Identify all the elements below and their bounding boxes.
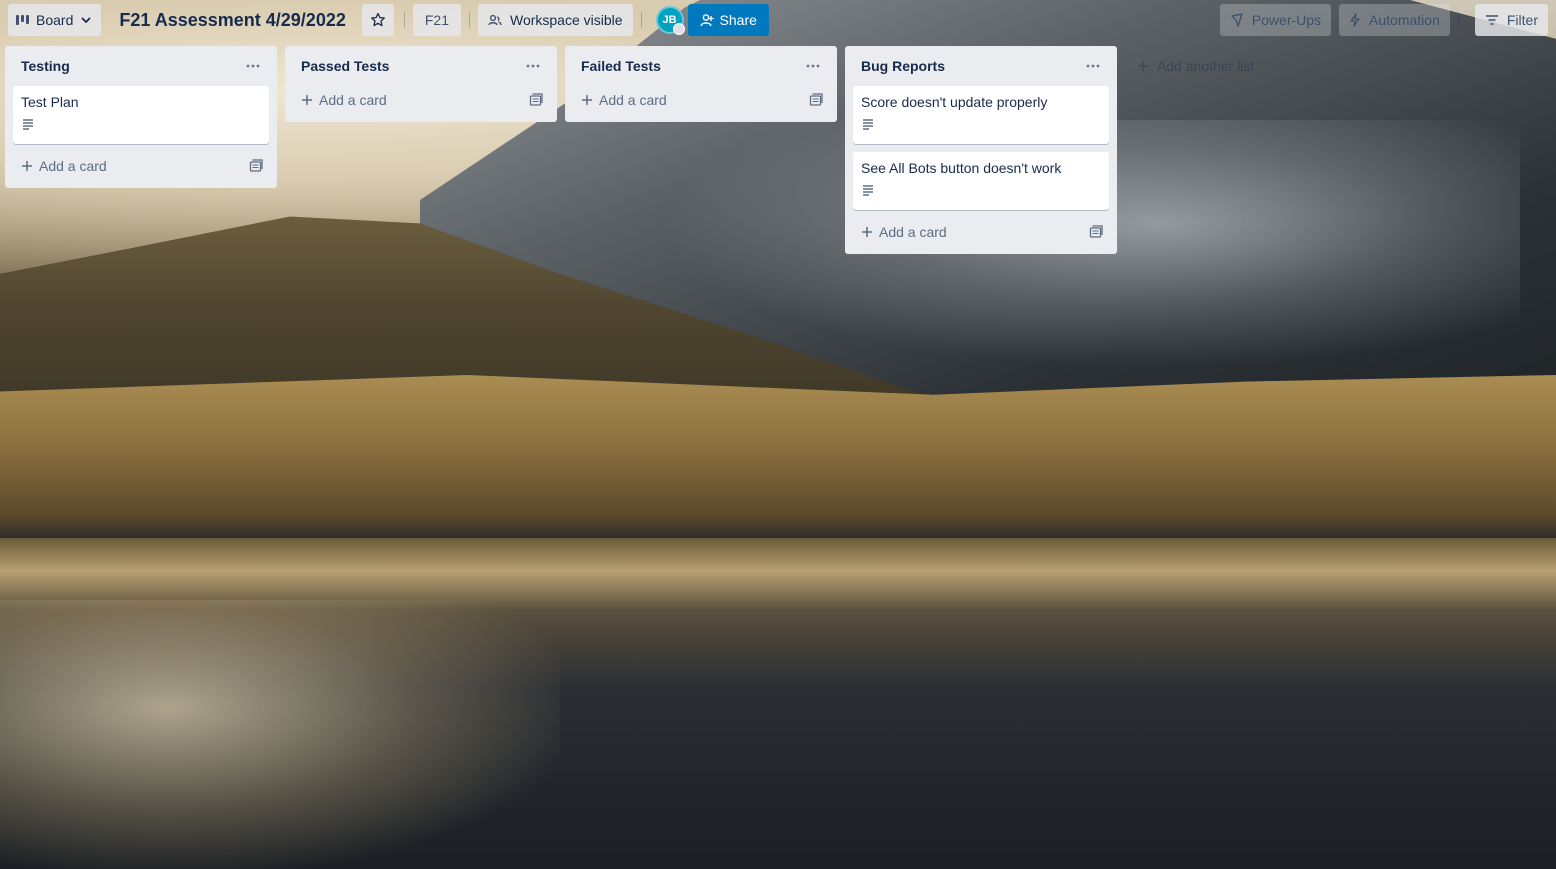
- list-title[interactable]: Bug Reports: [861, 58, 945, 74]
- list-header: Bug Reports: [853, 46, 1109, 86]
- add-card-button[interactable]: Add a card: [13, 152, 269, 180]
- share-button[interactable]: Share: [687, 4, 769, 36]
- automation-label: Automation: [1369, 12, 1440, 28]
- plus-icon: [861, 226, 873, 238]
- header-divider: [468, 12, 470, 28]
- list-title[interactable]: Passed Tests: [301, 58, 389, 74]
- plus-icon: [581, 94, 593, 106]
- visibility-label: Workspace visible: [509, 12, 623, 28]
- automation-icon: [1349, 13, 1361, 27]
- description-icon: [861, 118, 875, 130]
- view-switcher-button[interactable]: Board: [8, 4, 102, 36]
- filter-label: Filter: [1506, 12, 1538, 28]
- add-another-list-button[interactable]: Add another list: [1125, 46, 1397, 86]
- header-divider: [1457, 12, 1459, 28]
- workspace-icon: [488, 13, 502, 27]
- board-icon: [16, 14, 30, 26]
- card-title: Test Plan: [21, 94, 79, 110]
- add-card-button[interactable]: Add a card: [853, 218, 1109, 246]
- template-icon[interactable]: [249, 159, 263, 173]
- workspace-tag-button[interactable]: F21: [412, 4, 461, 36]
- list-menu-icon[interactable]: [801, 54, 825, 78]
- list-title[interactable]: Testing: [21, 58, 70, 74]
- add-another-list-label: Add another list: [1157, 58, 1255, 74]
- card[interactable]: See All Bots button doesn't work: [853, 152, 1109, 210]
- view-switcher-label: Board: [36, 12, 74, 28]
- plus-icon: [21, 160, 33, 172]
- list-menu-icon[interactable]: [1081, 54, 1105, 78]
- card-title: See All Bots button doesn't work: [861, 160, 1062, 176]
- add-card-label: Add a card: [599, 92, 667, 108]
- card-title: Score doesn't update properly: [861, 94, 1048, 110]
- add-card-button[interactable]: Add a card: [573, 86, 829, 114]
- description-icon: [21, 118, 35, 130]
- board-title[interactable]: F21 Assessment 4/29/2022: [111, 4, 354, 36]
- list-header: Failed Tests: [573, 46, 829, 86]
- share-label: Share: [719, 12, 757, 28]
- list-menu-icon[interactable]: [241, 54, 265, 78]
- header-divider: [403, 12, 405, 28]
- add-card-label: Add a card: [879, 224, 947, 240]
- power-ups-label: Power-Ups: [1251, 12, 1322, 28]
- filter-button[interactable]: Filter: [1474, 4, 1548, 36]
- star-icon: [370, 12, 386, 28]
- add-card-label: Add a card: [319, 92, 387, 108]
- add-card-button[interactable]: Add a card: [293, 86, 549, 114]
- list-bug-reports[interactable]: Bug Reports Score doesn't update properl…: [845, 46, 1117, 254]
- automation-button[interactable]: Automation: [1339, 4, 1450, 36]
- list-testing[interactable]: Testing Test Plan Add a card: [5, 46, 277, 188]
- add-card-label: Add a card: [39, 158, 107, 174]
- header-divider: [640, 12, 642, 28]
- list-header: Testing: [13, 46, 269, 86]
- list-passed-tests[interactable]: Passed Tests Add a card: [285, 46, 557, 122]
- member-avatar[interactable]: JB: [655, 6, 685, 35]
- share-user-icon: [699, 13, 714, 27]
- plus-icon: [301, 94, 313, 106]
- list-menu-icon[interactable]: [521, 54, 545, 78]
- card-badges: [861, 178, 1101, 202]
- template-icon[interactable]: [529, 93, 543, 107]
- card-badges: [861, 112, 1101, 136]
- card-badges: [21, 112, 261, 136]
- admin-badge: [672, 23, 685, 35]
- visibility-button[interactable]: Workspace visible: [477, 4, 633, 36]
- star-button[interactable]: [361, 4, 394, 36]
- filter-icon: [1485, 14, 1499, 26]
- card[interactable]: Test Plan: [13, 86, 269, 144]
- template-icon[interactable]: [1089, 225, 1103, 239]
- card[interactable]: Score doesn't update properly: [853, 86, 1109, 144]
- list-header: Passed Tests: [293, 46, 549, 86]
- list-title[interactable]: Failed Tests: [581, 58, 661, 74]
- description-icon: [861, 184, 875, 196]
- list-failed-tests[interactable]: Failed Tests Add a card: [565, 46, 837, 122]
- board-header: Board F21 Assessment 4/29/2022 F21 Works…: [0, 0, 1556, 40]
- board-canvas: Testing Test Plan Add a card Passed Test…: [5, 46, 1397, 254]
- template-icon[interactable]: [809, 93, 823, 107]
- chevron-down-icon: [79, 13, 93, 27]
- power-ups-button[interactable]: Power-Ups: [1219, 4, 1332, 36]
- power-ups-icon: [1230, 13, 1244, 27]
- plus-icon: [1137, 60, 1149, 72]
- header-right-actions: Power-Ups Automation Filter: [1219, 4, 1548, 36]
